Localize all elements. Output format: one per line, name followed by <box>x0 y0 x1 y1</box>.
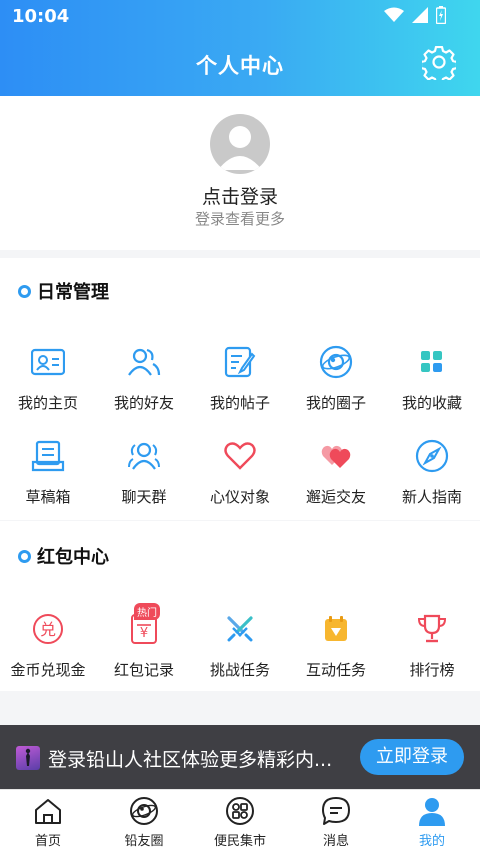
page-title: 个人中心 <box>196 54 284 78</box>
grid-item-label: 聊天群 <box>121 488 167 506</box>
red-packet-row: 兑 金币兑现金 ¥ 热门 红包记录 挑战任务 互动任务 排行榜 <box>0 603 480 689</box>
grid-item-drafts[interactable]: 草稿箱 <box>0 430 96 516</box>
red-packet-section: 红包中心 兑 金币兑现金 ¥ 热门 红包记录 挑战任务 互动任务 排行榜 <box>0 521 480 691</box>
grid-item-my-posts[interactable]: 我的帖子 <box>192 336 288 422</box>
section-dot-icon <box>18 549 31 563</box>
grid-item-label: 草稿箱 <box>25 488 71 506</box>
wifi-icon <box>384 7 404 22</box>
heart-icon <box>222 438 258 474</box>
calendar-gem-icon <box>318 611 354 647</box>
daily-management-section: 日常管理 我的主页 我的好友 我的帖子 我的圈子 我的收藏 草稿箱 聊天群 心仪… <box>0 258 480 520</box>
profile-icon <box>417 796 447 826</box>
favorites-grid-icon <box>414 344 450 380</box>
avatar[interactable] <box>210 114 270 174</box>
grid-item-chat-group[interactable]: 聊天群 <box>96 430 192 516</box>
grid-item-my-circles[interactable]: 我的圈子 <box>288 336 384 422</box>
grid-item-label: 我的帖子 <box>209 394 270 412</box>
grid-item-label: 金币兑现金 <box>10 661 86 679</box>
section-header: 红包中心 <box>18 543 109 569</box>
battery-icon <box>436 6 446 24</box>
grid-item-red-packet-records[interactable]: ¥ 热门 红包记录 <box>96 603 192 689</box>
login-now-button[interactable]: 立即登录 <box>360 739 464 775</box>
double-heart-icon <box>318 438 354 474</box>
tab-market[interactable]: 便民集市 <box>192 790 288 853</box>
grid-item-challenge-tasks[interactable]: 挑战任务 <box>192 603 288 689</box>
grid-item-crush[interactable]: 心仪对象 <box>192 430 288 516</box>
tab-label: 我的 <box>418 834 445 849</box>
grid-item-label: 挑战任务 <box>209 661 270 679</box>
signal-icon <box>412 7 428 23</box>
tab-label: 便民集市 <box>213 834 266 849</box>
tab-friends-circle[interactable]: 铅友圈 <box>96 790 192 853</box>
section-title: 红包中心 <box>37 547 109 568</box>
hot-badge: 热门 <box>134 603 160 620</box>
daily-row-1: 我的主页 我的好友 我的帖子 我的圈子 我的收藏 <box>0 336 480 422</box>
default-avatar-icon <box>218 126 262 170</box>
circle-icon <box>318 344 354 380</box>
grid-item-encounter[interactable]: 邂逅交友 <box>288 430 384 516</box>
svg-text:兑: 兑 <box>40 620 56 639</box>
chat-group-icon <box>126 438 162 474</box>
planet-icon <box>129 796 159 826</box>
grid-item-leaderboard[interactable]: 排行榜 <box>384 603 480 689</box>
tab-label: 铅友圈 <box>124 834 164 849</box>
grid-item-label: 我的收藏 <box>401 394 462 412</box>
profile-card[interactable]: 点击登录 登录查看更多 <box>0 96 480 250</box>
trophy-icon <box>414 611 450 647</box>
status-icons <box>384 6 446 24</box>
grid-item-my-friends[interactable]: 我的好友 <box>96 336 192 422</box>
swords-icon <box>222 611 258 647</box>
section-header: 日常管理 <box>18 278 109 304</box>
tab-home[interactable]: 首页 <box>0 790 96 853</box>
draft-box-icon <box>30 438 66 474</box>
status-time: 10:04 <box>12 6 70 27</box>
login-banner[interactable]: 登录铅山人社区体验更多精彩内... 立即登录 <box>0 725 480 789</box>
grid-item-label: 邂逅交友 <box>305 488 366 506</box>
grid-item-label: 红包记录 <box>113 661 174 679</box>
grid-item-label: 排行榜 <box>409 661 455 679</box>
top-header: 10:04 个人中心 <box>0 0 480 96</box>
banner-text: 登录铅山人社区体验更多精彩内... <box>48 749 333 771</box>
id-card-icon <box>30 344 66 380</box>
grid-item-label: 互动任务 <box>305 661 366 679</box>
grid-item-label: 新人指南 <box>401 488 462 506</box>
message-icon <box>321 796 351 826</box>
friends-icon <box>126 344 162 380</box>
section-dot-icon <box>18 284 31 298</box>
grid-item-interaction-tasks[interactable]: 互动任务 <box>288 603 384 689</box>
login-title[interactable]: 点击登录 <box>0 182 480 209</box>
grid-item-label: 我的圈子 <box>305 394 366 412</box>
bottom-tab-bar: 首页 铅友圈 便民集市 消息 我的 <box>0 789 480 853</box>
daily-row-2: 草稿箱 聊天群 心仪对象 邂逅交友 新人指南 <box>0 430 480 516</box>
tab-messages[interactable]: 消息 <box>288 790 384 853</box>
grid-item-my-favorites[interactable]: 我的收藏 <box>384 336 480 422</box>
login-subtitle: 登录查看更多 <box>194 210 285 228</box>
grid-item-label: 我的主页 <box>17 394 78 412</box>
grid-item-newbie-guide[interactable]: 新人指南 <box>384 430 480 516</box>
status-bar: 10:04 <box>0 0 480 32</box>
compass-icon <box>414 438 450 474</box>
tab-label: 首页 <box>34 834 61 849</box>
coin-exchange-icon: 兑 <box>30 611 66 647</box>
grid-item-label: 我的好友 <box>113 394 174 412</box>
grid-item-coin-exchange[interactable]: 兑 金币兑现金 <box>0 603 96 689</box>
grid-item-my-homepage[interactable]: 我的主页 <box>0 336 96 422</box>
svg-text:¥: ¥ <box>140 626 148 641</box>
grid-item-label: 心仪对象 <box>209 488 270 506</box>
tab-mine[interactable]: 我的 <box>384 790 480 853</box>
settings-gear-icon[interactable] <box>422 46 456 80</box>
home-icon <box>33 796 63 826</box>
red-packet-icon: ¥ 热门 <box>126 603 162 647</box>
market-icon <box>225 796 255 826</box>
banner-thumbnail <box>16 746 40 770</box>
post-edit-icon <box>222 344 258 380</box>
section-title: 日常管理 <box>37 282 109 303</box>
tab-label: 消息 <box>322 834 349 849</box>
